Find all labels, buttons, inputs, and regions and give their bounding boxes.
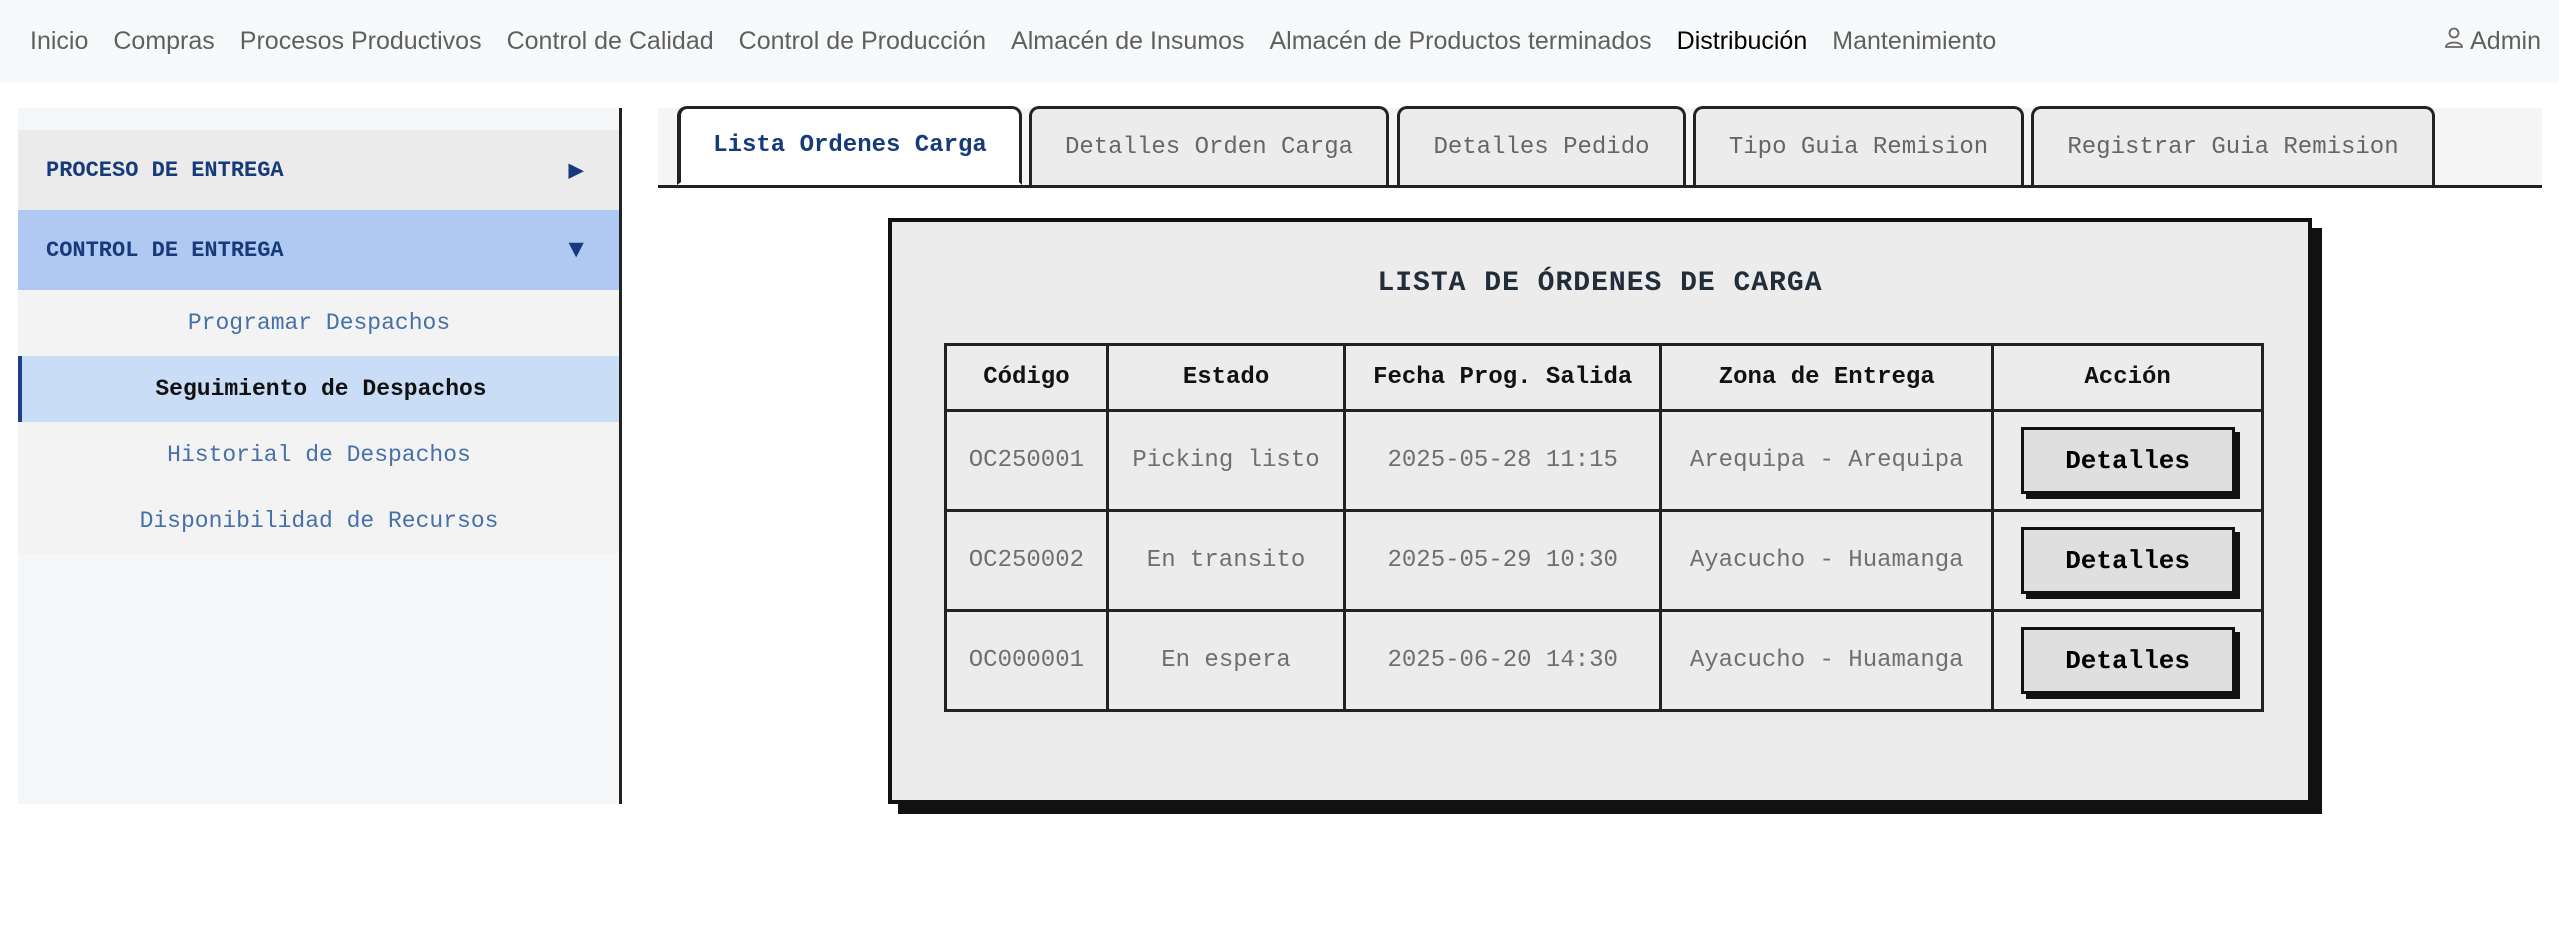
cell-action: Detalles	[1991, 609, 2264, 712]
tab-tipo-guia-remision[interactable]: Tipo Guia Remision	[1693, 106, 2024, 185]
column-header-zona: Zona de Entrega	[1659, 343, 1995, 412]
cell-action: Detalles	[1991, 509, 2264, 612]
cell-code: OC250001	[944, 409, 1109, 512]
section-label: CONTROL DE ENTREGA	[46, 237, 284, 263]
details-button[interactable]: Detalles	[2020, 527, 2235, 594]
cell-date: 2025-05-29 10:30	[1343, 509, 1663, 612]
sidebar: PROCESO DE ENTREGA ▶ CONTROL DE ENTREGA …	[18, 108, 620, 804]
sidebar-item-disponibilidad-recursos[interactable]: Disponibilidad de Recursos	[18, 488, 620, 554]
control-de-entrega-submenu: Programar Despachos Seguimiento de Despa…	[18, 290, 620, 554]
details-button[interactable]: Detalles	[2020, 627, 2235, 694]
page-title: LISTA DE ÓRDENES DE CARGA	[1377, 268, 1823, 299]
nav-item-control-calidad[interactable]: Control de Calidad	[507, 27, 714, 56]
nav-item-mantenimiento[interactable]: Mantenimiento	[1832, 27, 1996, 56]
user-menu[interactable]: Admin	[2444, 0, 2541, 82]
caret-down-icon: ▼	[568, 235, 584, 265]
section-proceso-de-entrega[interactable]: PROCESO DE ENTREGA ▶	[18, 130, 620, 210]
tab-registrar-guia-remision[interactable]: Registrar Guia Remision	[2031, 106, 2435, 185]
cell-zone: Ayacucho - Huamanga	[1659, 509, 1995, 612]
cell-zone: Arequipa - Arequipa	[1659, 409, 1995, 512]
table-row: OC250002 En transito 2025-05-29 10:30 Ay…	[944, 509, 2264, 612]
sidebar-item-seguimiento-despachos[interactable]: Seguimiento de Despachos	[18, 356, 620, 422]
nav-item-distribucion[interactable]: Distribución	[1677, 27, 1808, 56]
nav-item-almacen-insumos[interactable]: Almacén de Insumos	[1011, 27, 1244, 56]
nav-item-almacen-productos[interactable]: Almacén de Productos terminados	[1269, 27, 1651, 56]
cell-status: Picking listo	[1105, 409, 1347, 512]
nav-item-compras[interactable]: Compras	[113, 27, 214, 56]
person-icon	[2444, 27, 2470, 56]
tab-lista-ordenes-carga[interactable]: Lista Ordenes Carga	[677, 106, 1022, 185]
nav-item-control-produccion[interactable]: Control de Producción	[739, 27, 986, 56]
nav-item-procesos-productivos[interactable]: Procesos Productivos	[240, 27, 482, 56]
sidebar-divider	[619, 108, 622, 804]
orders-table: Código Estado Fecha Prog. Salida Zona de…	[944, 343, 2264, 712]
cell-code: OC000001	[944, 609, 1109, 712]
details-button[interactable]: Detalles	[2020, 427, 2235, 494]
table-header-row: Código Estado Fecha Prog. Salida Zona de…	[944, 343, 2264, 412]
table-row: OC250001 Picking listo 2025-05-28 11:15 …	[944, 409, 2264, 512]
section-control-de-entrega[interactable]: CONTROL DE ENTREGA ▼	[18, 210, 620, 290]
column-header-accion: Acción	[1991, 343, 2264, 412]
cell-date: 2025-06-20 14:30	[1343, 609, 1663, 712]
orders-panel: LISTA DE ÓRDENES DE CARGA Código Estado …	[888, 218, 2312, 804]
cell-date: 2025-05-28 11:15	[1343, 409, 1663, 512]
table-row: OC000001 En espera 2025-06-20 14:30 Ayac…	[944, 609, 2264, 712]
cell-status: En transito	[1105, 509, 1347, 612]
column-header-estado: Estado	[1105, 343, 1347, 412]
sidebar-item-historial-despachos[interactable]: Historial de Despachos	[18, 422, 620, 488]
column-header-fecha: Fecha Prog. Salida	[1343, 343, 1663, 412]
sidebar-item-programar-despachos[interactable]: Programar Despachos	[18, 290, 620, 356]
tab-detalles-pedido[interactable]: Detalles Pedido	[1397, 106, 1686, 185]
section-label: PROCESO DE ENTREGA	[46, 157, 284, 183]
play-arrow-icon: ▶	[568, 155, 584, 186]
top-navbar: Inicio Compras Procesos Productivos Cont…	[0, 0, 2559, 82]
tab-detalles-orden-carga[interactable]: Detalles Orden Carga	[1029, 106, 1389, 185]
nav-item-inicio[interactable]: Inicio	[30, 27, 88, 56]
cell-status: En espera	[1105, 609, 1347, 712]
user-label: Admin	[2470, 26, 2541, 55]
cell-code: OC250002	[944, 509, 1109, 612]
column-header-codigo: Código	[944, 343, 1109, 412]
cell-action: Detalles	[1991, 409, 2264, 512]
cell-zone: Ayacucho - Huamanga	[1659, 609, 1995, 712]
